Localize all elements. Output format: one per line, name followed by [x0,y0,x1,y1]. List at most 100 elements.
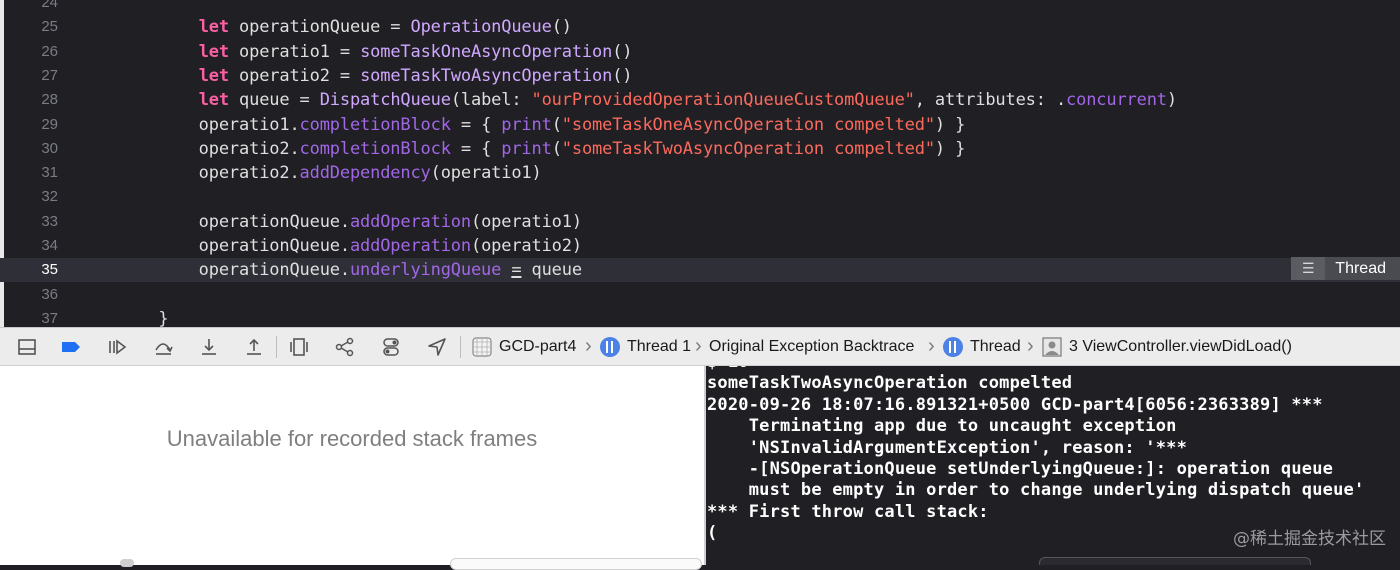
continue-icon[interactable] [106,336,128,358]
code-token: operationQueue = [228,17,411,37]
code-token: addOperation [349,212,471,232]
code-token: = [511,260,522,280]
code-text: let queue = DispatchQueue(label: "ourPro… [118,89,1177,111]
code-line[interactable]: 27 let operatio2 = someTaskTwoAsyncOpera… [0,64,1400,88]
code-token: "ourProvidedOperationQueueCustomQueue" [531,90,915,110]
console-line: someTaskTwoAsyncOperation compelted [707,373,1073,393]
code-token: ) } [934,115,966,135]
code-text: operationQueue.addOperation(operatio1) [118,211,582,233]
variables-view: Unavailable for recorded stack frames [0,366,704,570]
line-number: 25 [41,18,58,35]
line-number: 30 [41,140,58,157]
line-number: 32 [41,188,58,205]
stack-frame-icon [1041,336,1063,358]
thread-badge-label: Thread [1325,257,1400,280]
code-token: "someTaskOneAsyncOperation compelted" [561,115,935,135]
breadcrumb-backtrace[interactable]: Original Exception Backtrace [709,338,914,356]
code-token: (operatio1) [470,212,582,232]
divider [460,336,461,358]
code-line[interactable]: 25 let operationQueue = OperationQueue() [0,15,1400,39]
chevron-right-icon: › [585,335,592,357]
code-text: operatio2.completionBlock = { print("som… [118,138,966,160]
console-filter-field[interactable] [1039,557,1311,565]
code-token: let [198,66,229,86]
thread-annotation-badge[interactable]: ☰ Thread [1291,257,1400,280]
step-over-icon[interactable] [152,336,174,358]
breadcrumb-target[interactable]: GCD-part4 [499,338,576,356]
line-number: 35 [41,261,58,278]
breadcrumb-thread[interactable]: Thread [970,338,1021,356]
code-token: operatio2 = [228,66,361,86]
code-text: operationQueue.addOperation(operatio2) [118,235,582,257]
environment-overrides-icon[interactable] [380,336,402,358]
code-token: print [501,139,552,159]
code-token: ( [551,139,562,159]
code-line[interactable]: 34 operationQueue.addOperation(operatio2… [0,234,1400,258]
debug-bar: GCD-part4 › Thread 1 › Original Exceptio… [0,327,1400,366]
code-token: operatio1. [118,115,300,135]
line-number: 36 [41,286,58,303]
code-text: operatio1.completionBlock = { print("som… [118,114,966,136]
line-number: 27 [41,67,58,84]
code-editor[interactable]: 24 25 let operationQueue = OperationQueue… [0,0,1400,327]
console-line: -[NSOperationQueue setUnderlyingQueue:]:… [707,459,1334,479]
code-token: operationQueue. [118,260,350,280]
breadcrumb-frame[interactable]: 3 ViewController.viewDidLoad() [1069,338,1292,356]
code-token: () [551,17,572,37]
step-out-icon[interactable] [243,336,265,358]
line-number: 37 [41,310,58,327]
code-line[interactable]: 24 [0,0,1400,15]
code-token: let [198,90,229,110]
view-hierarchy-icon[interactable] [288,336,310,358]
code-text: let operationQueue = OperationQueue() [118,16,572,38]
code-token: (operatio2) [470,236,582,256]
code-token: addOperation [349,236,471,256]
code-text: operationQueue.underlyingQueue = queue [118,259,582,281]
code-line[interactable]: 30 operatio2.completionBlock = { print("… [0,137,1400,161]
code-line[interactable]: 29 operatio1.completionBlock = { print("… [0,113,1400,137]
code-line[interactable]: 28 let queue = DispatchQueue(label: "our… [0,88,1400,112]
code-line[interactable]: 36 [0,283,1400,307]
code-token: queue [521,260,583,280]
code-token: , attributes: . [914,90,1067,110]
code-token: = { [450,115,502,135]
code-token: () [612,42,633,62]
memory-graph-icon[interactable] [334,336,356,358]
line-number: 31 [41,164,58,181]
simulate-location-icon[interactable] [426,336,448,358]
variables-filter-field[interactable] [450,558,702,570]
code-token: DispatchQueue [319,90,451,110]
code-token: completionBlock [299,115,451,135]
code-line[interactable]: 32 [0,185,1400,209]
code-line[interactable]: 26 let operatio1 = someTaskOneAsyncOpera… [0,40,1400,64]
breadcrumb-thread-1[interactable]: Thread 1 [627,338,691,356]
step-into-icon[interactable] [198,336,220,358]
code-token: "someTaskTwoAsyncOperation compelted" [561,139,935,159]
scope-selector[interactable] [120,559,134,567]
code-token: underlyingQueue [349,260,502,280]
code-token: ) [1166,90,1177,110]
code-token: OperationQueue [410,17,552,37]
hide-debug-area-icon[interactable] [16,336,38,358]
chevron-right-icon: › [928,335,935,357]
console-output[interactable]: $ 10someTaskTwoAsyncOperation compelted2… [706,366,1400,565]
code-line[interactable]: 33 operationQueue.addOperation(operatio1… [0,210,1400,234]
code-line-current[interactable]: 35 operationQueue.underlyingQueue = queu… [0,258,1400,282]
code-text: operatio2.addDependency(operatio1) [118,162,542,184]
app-target-icon[interactable] [471,336,493,358]
code-token: () [612,66,633,86]
code-token: concurrent [1066,90,1167,110]
code-line[interactable]: 37 } [0,307,1400,327]
line-number: 28 [41,91,58,108]
code-token: operationQueue. [118,236,350,256]
code-token: print [501,115,552,135]
code-line[interactable]: 31 operatio2.addDependency(operatio1) [0,161,1400,185]
console-line: $ 10 [707,366,749,372]
chevron-right-icon: › [695,335,702,357]
breakpoints-toggle-icon[interactable] [60,336,82,358]
code-token: addDependency [299,163,431,183]
code-token: operatio1 = [228,42,361,62]
